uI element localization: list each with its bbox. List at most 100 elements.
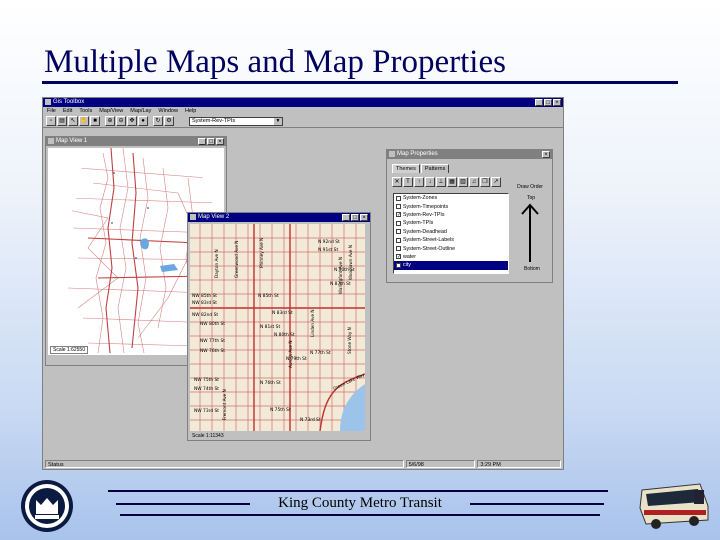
grid-icon[interactable]: ▦ bbox=[447, 177, 457, 187]
properties-icon bbox=[389, 151, 395, 157]
zoom-out-icon[interactable]: ⊖ bbox=[116, 116, 126, 126]
map-view-1-titlebar[interactable]: Map View 1 _ □ × bbox=[46, 137, 226, 146]
street-label: N 92nd St bbox=[318, 239, 340, 245]
layer-item[interactable]: System-Street-Outline bbox=[394, 244, 508, 252]
layer-label: city bbox=[403, 262, 411, 269]
street-label: Phinney Ave N bbox=[259, 238, 264, 268]
refresh-icon[interactable]: ↻ bbox=[153, 116, 163, 126]
map-properties-dialog[interactable]: Map Properties × Themes Patterns ✕ T ↑ ↓… bbox=[386, 149, 553, 283]
street-label: NW 85th St bbox=[192, 293, 217, 299]
menu-file[interactable]: File bbox=[47, 107, 56, 115]
footer-rule-top bbox=[108, 490, 608, 492]
tab-themes[interactable]: Themes bbox=[392, 164, 420, 173]
close-x-icon[interactable]: ✕ bbox=[392, 177, 402, 187]
title-rule bbox=[42, 81, 678, 84]
layer-item[interactable]: System-Street-Labels bbox=[394, 236, 508, 244]
new-icon[interactable]: ▫ bbox=[46, 116, 56, 126]
street-label: N 85th St bbox=[258, 293, 279, 299]
menu-help[interactable]: Help bbox=[185, 107, 196, 115]
layer-checkbox[interactable] bbox=[396, 220, 401, 226]
hand-icon[interactable]: ✋ bbox=[79, 116, 89, 126]
street-label: NW 75th St bbox=[194, 377, 219, 383]
app-titlebar[interactable]: Gis Toolbox _ □ × bbox=[43, 98, 563, 107]
street-label: Fremont Ave N bbox=[222, 389, 227, 420]
layer-item-selected[interactable]: city bbox=[394, 261, 508, 270]
down-icon[interactable]: ↓ bbox=[425, 177, 435, 187]
layer-checkbox[interactable]: ✓ bbox=[396, 254, 401, 260]
footer-text: King County Metro Transit bbox=[278, 495, 442, 511]
globe-icon[interactable]: ● bbox=[138, 116, 148, 126]
draw-order-bottom-label: Bottom bbox=[524, 266, 540, 272]
save-icon[interactable]: ■ bbox=[90, 116, 100, 126]
map-view-2-canvas[interactable]: NW 85th St NW 83rd St NW 82nd St NW 80th… bbox=[190, 224, 365, 431]
map-properties-title: Map Properties bbox=[397, 151, 438, 157]
layer-item[interactable]: System-Deadhead bbox=[394, 228, 508, 236]
menu-tools[interactable]: Tools bbox=[79, 107, 92, 115]
status-date: 5/6/98 bbox=[405, 460, 476, 468]
layer-list[interactable]: System-Zones System-Timepoints ✓ System-R… bbox=[393, 193, 509, 274]
layer-combo-value: System-Rev-TPIs bbox=[192, 117, 236, 124]
arrow-icon[interactable]: ↖ bbox=[68, 116, 78, 126]
minimize-button[interactable]: _ bbox=[342, 214, 350, 221]
crown-logo-icon bbox=[21, 480, 73, 532]
chevron-down-icon[interactable]: ▼ bbox=[274, 117, 282, 125]
layer-item[interactable]: System-TPIs bbox=[394, 219, 508, 227]
footer-rule-bottom bbox=[120, 514, 600, 516]
maximize-button[interactable]: □ bbox=[207, 138, 215, 145]
close-button[interactable]: × bbox=[542, 151, 550, 158]
street-labels: NW 85th St NW 83rd St NW 82nd St NW 80th… bbox=[192, 238, 365, 423]
map-properties-titlebar[interactable]: Map Properties × bbox=[387, 150, 552, 159]
tab-patterns[interactable]: Patterns bbox=[420, 164, 450, 173]
zoom-in-icon[interactable]: ⊕ bbox=[105, 116, 115, 126]
bus-icon bbox=[639, 483, 709, 529]
gear-icon[interactable]: ⚙ bbox=[164, 116, 174, 126]
map-view-2-titlebar[interactable]: Map View 2 _ □ × bbox=[188, 213, 370, 222]
street-label: NW 73rd St bbox=[194, 408, 219, 414]
layer-combo[interactable]: System-Rev-TPIs ▼ bbox=[189, 116, 283, 126]
layer-item[interactable]: ✓ System-Rev-TPIs bbox=[394, 211, 508, 219]
close-button[interactable]: × bbox=[553, 99, 561, 106]
street-label: Wallingford Ave N bbox=[338, 257, 343, 294]
street-label: NW 82nd St bbox=[192, 312, 218, 318]
music-icon[interactable]: ♫ bbox=[469, 177, 479, 187]
layer-item[interactable]: System-Timepoints bbox=[394, 202, 508, 210]
maximize-button[interactable]: □ bbox=[544, 99, 552, 106]
close-button[interactable]: × bbox=[360, 214, 368, 221]
table-icon[interactable]: ▥ bbox=[458, 177, 468, 187]
layer-checkbox[interactable]: ✓ bbox=[396, 212, 401, 218]
layer-item[interactable]: System-Zones bbox=[394, 194, 508, 202]
minimize-button[interactable]: _ bbox=[198, 138, 206, 145]
menu-window[interactable]: Window bbox=[158, 107, 178, 115]
app-title: Gis Toolbox bbox=[53, 99, 85, 105]
layer-checkbox[interactable] bbox=[396, 229, 401, 235]
map-view-2-window[interactable]: Map View 2 _ □ × NW 85th St NW 83rd St N… bbox=[187, 212, 371, 441]
street-label: N 80th St bbox=[274, 332, 295, 338]
up-icon[interactable]: ↑ bbox=[414, 177, 424, 187]
close-button[interactable]: × bbox=[216, 138, 224, 145]
maximize-button[interactable]: □ bbox=[351, 214, 359, 221]
menu-mapview[interactable]: Map/View bbox=[99, 107, 123, 115]
street-label: N 75th St bbox=[270, 407, 291, 413]
layer-checkbox[interactable] bbox=[396, 204, 401, 210]
bottom-icon[interactable]: ⊥ bbox=[436, 177, 446, 187]
street-label: Greenwood Ave N bbox=[234, 241, 239, 278]
pointer-icon[interactable]: ↗ bbox=[491, 177, 501, 187]
street-label: N 81st St bbox=[260, 324, 280, 330]
pan-icon[interactable]: ✥ bbox=[127, 116, 137, 126]
app-icon bbox=[45, 99, 51, 105]
text-t-icon[interactable]: T bbox=[403, 177, 413, 187]
copy-icon[interactable]: ❐ bbox=[480, 177, 490, 187]
toolbar: ▫ ▤ ↖ ✋ ■ ⊕ ⊖ ✥ ● ↻ ⚙ System-Rev-TPIs ▼ bbox=[43, 115, 563, 128]
status-text: Status bbox=[45, 460, 404, 468]
layer-checkbox[interactable] bbox=[396, 246, 401, 252]
layer-checkbox[interactable] bbox=[396, 237, 401, 243]
menu-maplay[interactable]: Map/Lay bbox=[130, 107, 151, 115]
street-label: NW 77th St bbox=[200, 338, 225, 344]
layer-item[interactable]: ✓ water bbox=[394, 253, 508, 261]
map-icon bbox=[48, 138, 54, 144]
layer-checkbox[interactable] bbox=[396, 262, 401, 268]
layer-checkbox[interactable] bbox=[396, 195, 401, 201]
menu-edit[interactable]: Edit bbox=[63, 107, 72, 115]
open-icon[interactable]: ▤ bbox=[57, 116, 67, 126]
minimize-button[interactable]: _ bbox=[535, 99, 543, 106]
